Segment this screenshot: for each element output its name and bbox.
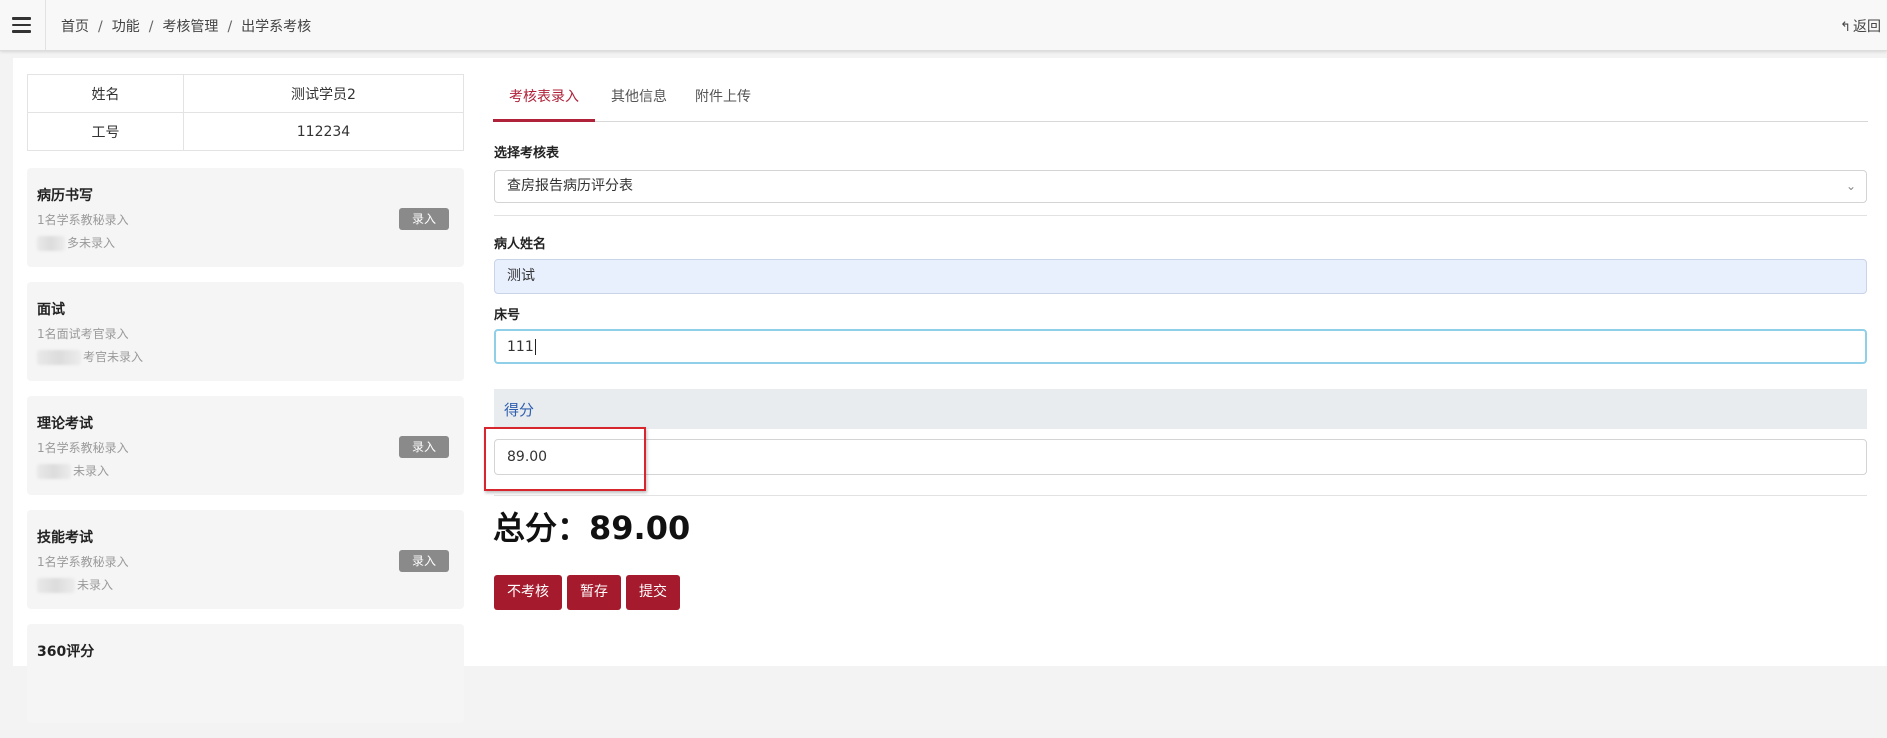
- card-status: 多未录入: [37, 234, 115, 251]
- name-label: 姓名: [27, 74, 184, 113]
- reply-arrow-icon: ↰: [1840, 20, 1851, 35]
- score-input[interactable]: 89.00: [494, 439, 1867, 475]
- redacted-text: [37, 578, 75, 593]
- name-value: 测试学员2: [183, 74, 464, 113]
- table-row: 工号 112234: [27, 112, 464, 151]
- menu-icon[interactable]: [12, 17, 31, 33]
- form-select-value: 查房报告病历评分表: [507, 178, 633, 194]
- card-360-review: 360评分: [27, 624, 464, 723]
- bed-number-label: 床号: [494, 308, 521, 323]
- breadcrumb-separator: /: [148, 19, 154, 35]
- tab-attachment-upload[interactable]: 附件上传: [688, 74, 758, 121]
- total-score: 总分：89.00: [493, 503, 690, 549]
- divider: [45, 0, 46, 50]
- divider: [494, 495, 1867, 496]
- student-info-table: 姓名 测试学员2 工号 112234: [27, 74, 464, 151]
- back-label: 返回: [1853, 19, 1881, 35]
- breadcrumb-home[interactable]: 首页: [61, 19, 89, 35]
- redacted-text: [37, 236, 65, 251]
- card-info: 1名学系教秘录入: [37, 213, 129, 227]
- text-cursor: [534, 339, 536, 355]
- tab-bar: 考核表录入 其他信息 附件上传: [493, 74, 1868, 122]
- card-skill-exam: 技能考试 1名学系教秘录入 未录入 录入: [27, 510, 464, 609]
- tab-other-info[interactable]: 其他信息: [604, 74, 674, 121]
- divider: [494, 215, 1867, 216]
- card-theory-exam: 理论考试 1名学系教秘录入 未录入 录入: [27, 396, 464, 495]
- submit-button[interactable]: 提交: [626, 575, 680, 610]
- breadcrumb-function[interactable]: 功能: [112, 19, 140, 35]
- patient-name-label: 病人姓名: [494, 237, 547, 252]
- total-score-value: 89.00: [589, 509, 691, 547]
- card-status: 未录入: [37, 576, 113, 593]
- redacted-text: [37, 350, 81, 365]
- tab-form-entry[interactable]: 考核表录入: [493, 74, 595, 122]
- enter-button[interactable]: 录入: [399, 550, 449, 572]
- top-bar: 首页 / 功能 / 考核管理 / 出学系考核 ↰ 返回: [0, 0, 1887, 51]
- total-score-label: 总分：: [493, 509, 590, 547]
- save-draft-button[interactable]: 暂存: [567, 575, 621, 610]
- card-title: 病历书写: [37, 188, 93, 204]
- card-title: 技能考试: [37, 530, 93, 546]
- select-form-label: 选择考核表: [494, 146, 560, 161]
- highlight-box: [484, 427, 646, 491]
- card-title: 面试: [37, 302, 65, 318]
- card-interview: 面试 1名面试考官录入 考官未录入: [27, 282, 464, 381]
- patient-name-input[interactable]: 测试: [494, 259, 1867, 294]
- enter-button[interactable]: 录入: [399, 436, 449, 458]
- table-row: 姓名 测试学员2: [27, 74, 464, 113]
- score-section-header: 得分: [494, 389, 1867, 429]
- bed-number-input[interactable]: 111: [494, 329, 1867, 364]
- card-medical-record: 病历书写 1名学系教秘录入 多未录入 录入: [27, 168, 464, 267]
- assessment-card-list: 病历书写 1名学系教秘录入 多未录入 录入 面试 1名面试考官录入 考官未录入 …: [27, 168, 464, 738]
- chevron-down-icon: ⌄: [1845, 179, 1856, 193]
- bed-number-value: 111: [507, 339, 534, 355]
- breadcrumb-separator: /: [98, 19, 103, 35]
- skip-assessment-button[interactable]: 不考核: [494, 575, 562, 610]
- breadcrumb-current: 出学系考核: [241, 19, 312, 35]
- card-status: 考官未录入: [37, 348, 143, 365]
- card-title: 理论考试: [37, 416, 93, 432]
- content-panel: 姓名 测试学员2 工号 112234 病历书写 1名学系教秘录入 多未录入 录入…: [13, 58, 1887, 723]
- breadcrumb: 首页 / 功能 / 考核管理 / 出学系考核: [61, 16, 311, 36]
- score-section-title: 得分: [504, 401, 535, 419]
- breadcrumb-assessment[interactable]: 考核管理: [162, 19, 218, 35]
- card-title: 360评分: [37, 644, 95, 660]
- breadcrumb-separator: /: [227, 19, 233, 35]
- id-label: 工号: [27, 112, 184, 151]
- enter-button[interactable]: 录入: [399, 208, 449, 230]
- card-info: 1名学系教秘录入: [37, 555, 129, 569]
- card-info: 1名学系教秘录入: [37, 441, 129, 455]
- back-link[interactable]: ↰ 返回: [1840, 16, 1881, 36]
- card-status: 未录入: [37, 462, 109, 479]
- id-value: 112234: [183, 112, 464, 151]
- form-select[interactable]: 查房报告病历评分表 ⌄: [494, 170, 1867, 203]
- card-info: 1名面试考官录入: [37, 327, 129, 341]
- redacted-text: [37, 464, 71, 479]
